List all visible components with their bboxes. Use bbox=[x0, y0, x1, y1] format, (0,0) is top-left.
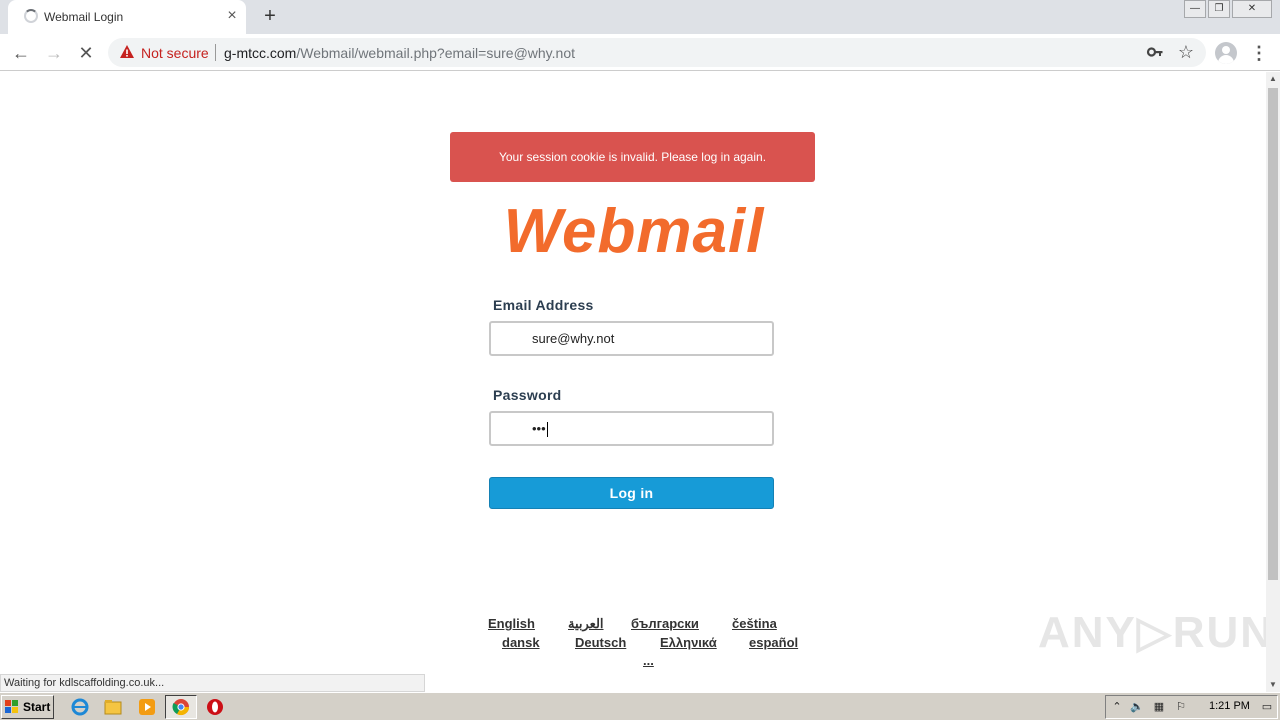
chrome-icon bbox=[172, 699, 190, 716]
email-field[interactable]: sure@why.not bbox=[489, 321, 774, 356]
scroll-thumb[interactable] bbox=[1268, 88, 1278, 580]
scroll-down-arrow-icon[interactable]: ▼ bbox=[1266, 678, 1280, 692]
start-button[interactable]: Start bbox=[1, 695, 54, 719]
omnibox-separator bbox=[215, 44, 216, 61]
lang-german[interactable]: Deutsch bbox=[575, 635, 626, 650]
lang-bulgarian[interactable]: български bbox=[631, 616, 699, 631]
chrome-taskbar-button[interactable] bbox=[165, 695, 197, 719]
stop-button[interactable]: ✕ bbox=[74, 41, 98, 65]
security-status[interactable]: Not secure bbox=[141, 45, 209, 61]
warning-icon[interactable] bbox=[119, 44, 135, 60]
url-text[interactable]: g-mtcc.com/Webmail/webmail.php?email=sur… bbox=[224, 45, 575, 61]
tab-title: Webmail Login bbox=[44, 10, 124, 24]
lock-icon bbox=[504, 428, 514, 436]
windows-logo-icon bbox=[5, 700, 18, 713]
action-center-flag-icon[interactable]: ⚐ bbox=[1173, 700, 1189, 714]
user-icon bbox=[505, 332, 513, 340]
email-value: sure@why.not bbox=[532, 331, 615, 346]
loading-spinner-icon bbox=[24, 9, 38, 23]
logo-text: Webmail bbox=[504, 200, 766, 262]
show-desktop-icon[interactable]: ▭ bbox=[1259, 700, 1275, 714]
windows-taskbar: Start ⌃ 🔈 ▦ ⚐ 1:21 PM ▭ bbox=[0, 692, 1280, 720]
page-viewport: Your session cookie is invalid. Please l… bbox=[0, 72, 1266, 692]
status-bubble: Waiting for kdlscaffolding.co.uk... bbox=[0, 674, 425, 692]
lang-danish[interactable]: dansk bbox=[502, 635, 540, 650]
url-host: g-mtcc.com bbox=[224, 45, 297, 61]
volume-icon[interactable]: 🔈 bbox=[1129, 700, 1145, 714]
browser-toolbar: ← → ✕ Not secure g-mtcc.com/Webmail/webm… bbox=[0, 34, 1280, 71]
browser-menu-icon[interactable]: ⋮ bbox=[1250, 42, 1268, 64]
webmail-logo: Webmail bbox=[504, 200, 766, 262]
avatar-head bbox=[1222, 46, 1230, 54]
text-caret bbox=[546, 422, 548, 438]
lang-english[interactable]: English bbox=[488, 616, 535, 631]
lang-czech[interactable]: čeština bbox=[732, 616, 777, 631]
new-tab-button[interactable]: + bbox=[260, 6, 280, 26]
close-window-button[interactable]: ✕ bbox=[1232, 0, 1272, 18]
internet-explorer-icon[interactable] bbox=[70, 697, 90, 717]
email-label: Email Address bbox=[493, 297, 594, 313]
key-icon[interactable] bbox=[1146, 43, 1164, 61]
minimize-button[interactable]: — bbox=[1184, 0, 1206, 18]
lang-spanish[interactable]: español bbox=[749, 635, 798, 650]
tab-close-icon[interactable]: × bbox=[224, 8, 240, 24]
media-player-icon[interactable] bbox=[137, 697, 157, 717]
back-button[interactable]: ← bbox=[9, 41, 33, 65]
page-scrollbar[interactable]: ▲ ▼ bbox=[1266, 72, 1280, 692]
show-hidden-icons-icon[interactable]: ⌃ bbox=[1109, 700, 1125, 714]
start-label: Start bbox=[23, 700, 51, 714]
tab-strip: Webmail Login × + — ❐ ✕ bbox=[0, 0, 1280, 34]
password-label: Password bbox=[493, 387, 562, 403]
session-alert: Your session cookie is invalid. Please l… bbox=[450, 132, 815, 182]
system-tray: ⌃ 🔈 ▦ ⚐ 1:21 PM ▭ bbox=[1105, 695, 1278, 719]
clock[interactable]: 1:21 PM bbox=[1209, 700, 1250, 712]
file-explorer-icon[interactable] bbox=[103, 697, 123, 717]
restore-button[interactable]: ❐ bbox=[1208, 0, 1230, 18]
lang-greek[interactable]: Ελληνικά bbox=[660, 635, 717, 650]
login-button[interactable]: Log in bbox=[489, 477, 774, 509]
url-path: /Webmail/webmail.php?email=sure@why.not bbox=[296, 45, 575, 61]
password-field[interactable]: ••• bbox=[489, 411, 774, 446]
lang-arabic[interactable]: العربية bbox=[568, 616, 604, 632]
profile-avatar[interactable] bbox=[1215, 42, 1237, 64]
password-value: ••• bbox=[532, 421, 546, 436]
avatar-body bbox=[1218, 55, 1234, 64]
forward-button[interactable]: → bbox=[42, 41, 66, 65]
address-bar[interactable]: Not secure g-mtcc.com/Webmail/webmail.ph… bbox=[108, 38, 1206, 67]
bookmark-star-icon[interactable]: ☆ bbox=[1176, 42, 1196, 62]
network-icon[interactable]: ▦ bbox=[1151, 700, 1167, 714]
lang-more[interactable]: ... bbox=[643, 653, 654, 668]
browser-tab[interactable]: Webmail Login × bbox=[8, 0, 246, 34]
opera-icon[interactable] bbox=[205, 697, 225, 717]
scroll-up-arrow-icon[interactable]: ▲ bbox=[1266, 72, 1280, 86]
anyrun-watermark: ANY▷RUN bbox=[1038, 608, 1266, 657]
